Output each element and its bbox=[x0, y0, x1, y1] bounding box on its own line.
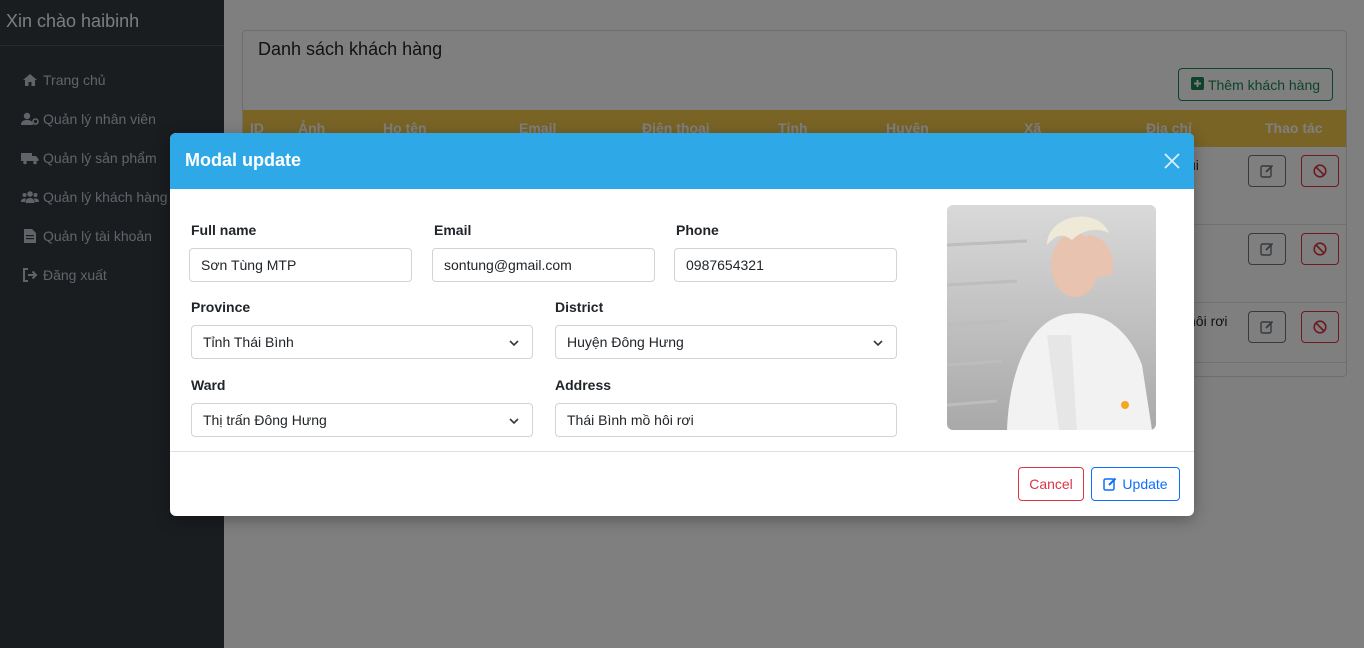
full-name-label: Full name bbox=[191, 222, 257, 238]
ward-label: Ward bbox=[191, 377, 226, 393]
close-icon bbox=[1164, 153, 1180, 169]
chevron-down-icon bbox=[873, 340, 883, 347]
phone-input[interactable]: 0987654321 bbox=[674, 248, 897, 282]
update-button[interactable]: Update bbox=[1091, 467, 1180, 501]
cancel-button[interactable]: Cancel bbox=[1018, 467, 1084, 501]
modal-footer-divider bbox=[170, 451, 1194, 452]
phone-label: Phone bbox=[676, 222, 719, 238]
edit-icon bbox=[1103, 477, 1117, 491]
province-select[interactable]: Tỉnh Thái Bình bbox=[191, 325, 533, 359]
cancel-label: Cancel bbox=[1029, 476, 1073, 492]
ward-selected-value: Thị trấn Đông Hưng bbox=[203, 412, 327, 428]
update-label: Update bbox=[1122, 476, 1168, 492]
modal-header: Modal update bbox=[170, 133, 1194, 189]
full-name-input[interactable]: Sơn Tùng MTP bbox=[189, 248, 412, 282]
province-selected-value: Tỉnh Thái Bình bbox=[203, 334, 294, 350]
district-label: District bbox=[555, 299, 604, 315]
chevron-down-icon bbox=[509, 340, 519, 347]
address-label: Address bbox=[555, 377, 612, 393]
district-select[interactable]: Huyện Đông Hưng bbox=[555, 325, 897, 359]
email-label: Email bbox=[434, 222, 472, 238]
province-label: Province bbox=[191, 299, 251, 315]
update-customer-modal: Modal update Full name Sơn Tùng MTP Emai… bbox=[170, 133, 1194, 516]
ward-select[interactable]: Thị trấn Đông Hưng bbox=[191, 403, 533, 437]
district-selected-value: Huyện Đông Hưng bbox=[567, 334, 684, 350]
chevron-down-icon bbox=[509, 418, 519, 425]
address-input[interactable]: Thái Bình mồ hôi rơi bbox=[555, 403, 897, 437]
modal-title: Modal update bbox=[185, 150, 301, 170]
close-button[interactable] bbox=[1162, 151, 1182, 171]
customer-photo bbox=[947, 205, 1156, 430]
email-input[interactable]: sontung@gmail.com bbox=[432, 248, 655, 282]
